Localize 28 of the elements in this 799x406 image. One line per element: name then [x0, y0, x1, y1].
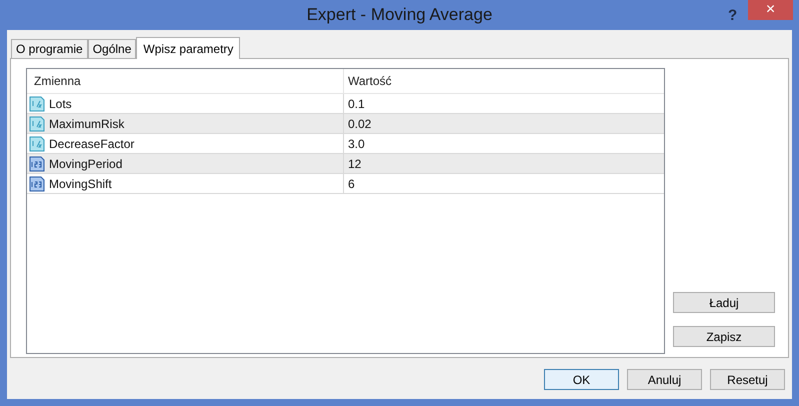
tab[interactable]: Wpisz parametry: [136, 37, 240, 59]
tab[interactable]: O programie: [11, 39, 88, 58]
parameter-value[interactable]: 0.1: [348, 94, 365, 112]
tab[interactable]: Ogólne: [88, 39, 136, 58]
parameter-name: DecreaseFactor: [49, 136, 134, 152]
dialog-button[interactable]: OK: [544, 369, 619, 390]
side-button[interactable]: Zapisz: [673, 326, 775, 347]
side-button[interactable]: Ładuj: [673, 292, 775, 313]
parameter-name: Lots: [49, 96, 72, 112]
dialog-button[interactable]: Resetuj: [710, 369, 785, 390]
parameter-value[interactable]: 6: [348, 174, 355, 192]
parameter-value[interactable]: 3.0: [348, 134, 365, 152]
dialog-button[interactable]: Anuluj: [627, 369, 702, 390]
integer-type-icon: [29, 156, 45, 172]
window-title: Expert - Moving Average: [306, 5, 492, 24]
parameter-value[interactable]: 0.02: [348, 114, 372, 132]
fraction-type-icon: [29, 96, 45, 112]
parameter-name: MovingPeriod: [49, 156, 122, 172]
parameter-value[interactable]: 12: [348, 154, 362, 172]
close-button[interactable]: ×: [748, 0, 793, 20]
column-header[interactable]: Wartość: [348, 72, 392, 90]
column-header[interactable]: Zmienna: [34, 72, 81, 90]
help-button[interactable]: ?: [728, 5, 738, 28]
fraction-type-icon: [29, 116, 45, 132]
parameter-name: MaximumRisk: [49, 116, 124, 132]
parameter-name: MovingShift: [49, 176, 112, 192]
fraction-type-icon: [29, 136, 45, 152]
integer-type-icon: [29, 176, 45, 192]
